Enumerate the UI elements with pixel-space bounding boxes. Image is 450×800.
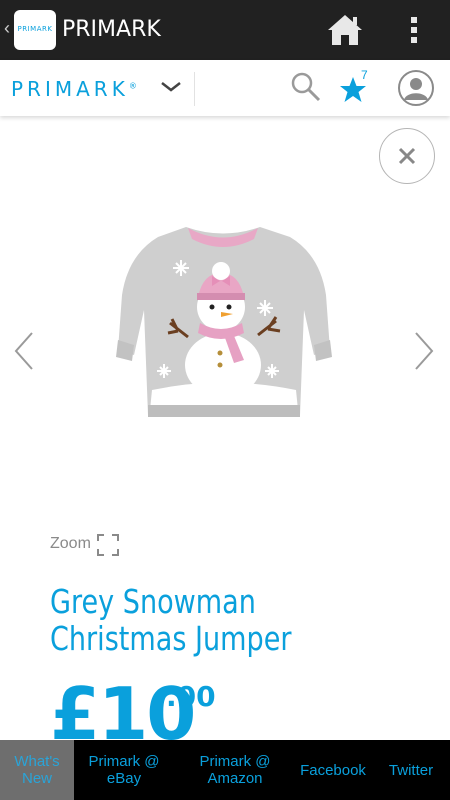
- product-image[interactable]: [108, 215, 338, 430]
- bottom-nav: What's New Primark @ eBay Primark @ Amaz…: [0, 740, 450, 800]
- search-icon[interactable]: [290, 71, 322, 103]
- app-bar: ‹ PRIMARK PRIMARK: [0, 0, 450, 60]
- nav-whats-new[interactable]: What's New: [0, 740, 74, 800]
- back-arrow-icon[interactable]: ‹: [4, 18, 10, 39]
- close-button[interactable]: [379, 128, 435, 184]
- user-account-icon[interactable]: [396, 68, 436, 108]
- chevron-right-icon[interactable]: [412, 330, 436, 372]
- brand-logo[interactable]: PRIMARK®: [11, 77, 137, 101]
- app-logo[interactable]: PRIMARK: [14, 10, 56, 50]
- fullscreen-icon[interactable]: [97, 534, 119, 556]
- more-vert-icon[interactable]: [404, 14, 424, 46]
- wishlist-count: 7: [361, 68, 368, 82]
- nav-primark-amazon[interactable]: Primark @ Amazon: [188, 740, 282, 800]
- brand-registered-mark: ®: [128, 81, 137, 91]
- site-header: PRIMARK® 7: [0, 60, 450, 116]
- chevron-down-icon[interactable]: [160, 80, 182, 94]
- header-divider: [194, 72, 195, 106]
- zoom-label[interactable]: Zoom: [50, 535, 91, 553]
- chevron-left-icon[interactable]: [12, 330, 36, 372]
- app-title: PRIMARK: [62, 17, 161, 42]
- price-decimal: .00: [166, 680, 216, 713]
- close-icon: [398, 147, 416, 165]
- home-icon[interactable]: [326, 12, 364, 48]
- nav-twitter[interactable]: Twitter: [380, 740, 442, 800]
- app-logo-text: PRIMARK: [17, 25, 53, 33]
- brand-text: PRIMARK: [11, 77, 129, 101]
- nav-facebook[interactable]: Facebook: [294, 740, 372, 800]
- nav-primark-ebay[interactable]: Primark @ eBay: [80, 740, 168, 800]
- product-title: Grey Snowman Christmas Jumper: [50, 582, 292, 658]
